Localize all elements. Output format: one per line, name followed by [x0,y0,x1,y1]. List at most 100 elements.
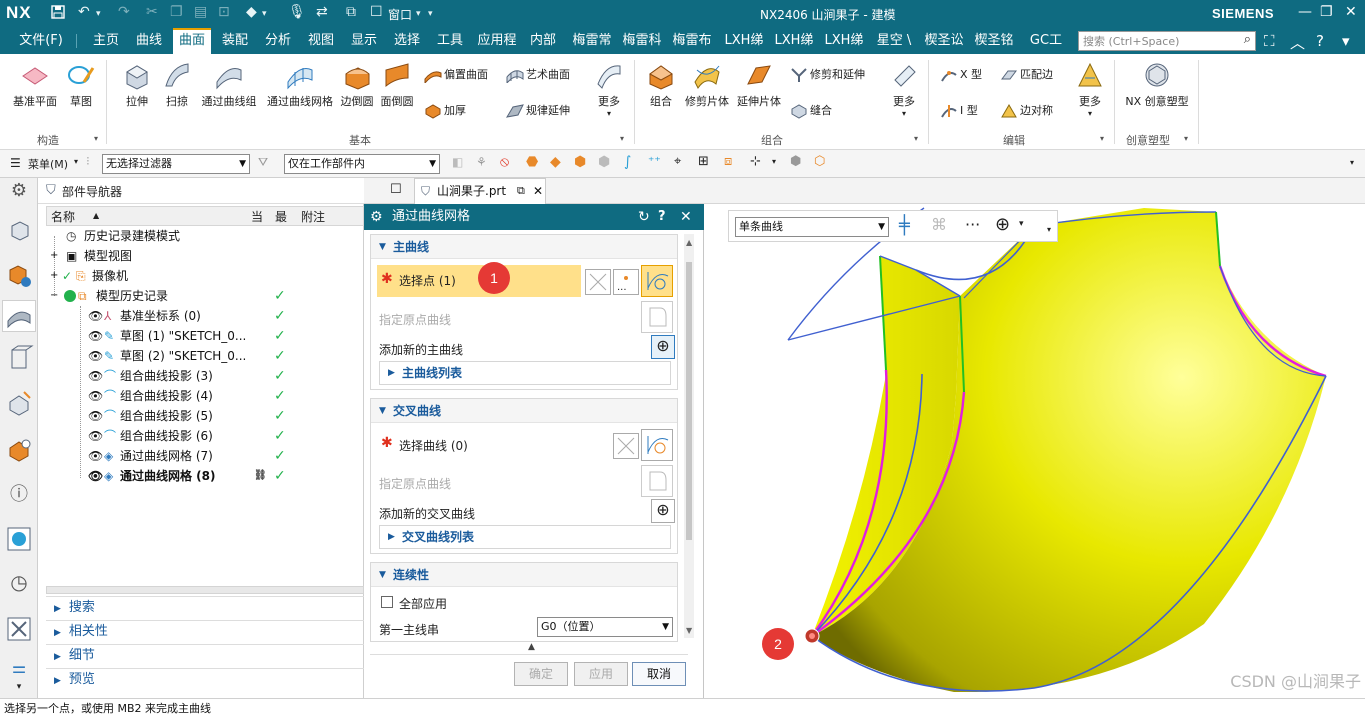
snap-face-icon[interactable]: ⬢ [790,154,801,169]
apply-all-checkbox[interactable] [381,596,393,608]
sweep-button[interactable]: 扫掠 [158,60,196,109]
save-icon[interactable] [50,4,66,24]
scroll-down-icon[interactable]: ▼ [686,626,692,635]
basic-more-button[interactable]: 更多 ▾ [590,60,628,118]
studio-surface-button[interactable]: 艺术曲面 [506,66,570,84]
expand-icon[interactable]: + [50,246,58,266]
menu-application[interactable]: 应用程 [476,28,518,54]
eye-icon[interactable]: 👁 [88,406,103,426]
file-tab[interactable]: ⛉ 山涧果子.prt ⧉ ✕ [414,178,546,204]
sort-ascending-icon[interactable]: ▲ [93,211,99,220]
cad-model-surface[interactable] [704,204,1365,698]
tree-row-sketch-2[interactable]: 👁 ✎ 草图 (2) "SKETCH_0... ✓ [46,346,364,366]
reuse-library-icon[interactable] [4,344,34,376]
section-header[interactable]: ▼ 交叉曲线 [371,399,677,423]
select-face-icon[interactable]: ◆ [550,154,561,170]
i-form-button[interactable]: I 型 [940,102,978,120]
datum-plane-button[interactable]: 基准平面 [8,60,62,109]
column-note[interactable]: 附注 [301,208,325,225]
select-group-icon[interactable]: ⚘ [476,155,487,169]
snap-body-icon[interactable]: ⬡ [814,154,825,169]
tools-icon[interactable] [4,614,34,646]
menu-plugin-4[interactable]: LXH绨 [722,28,766,54]
trim-sheet-button[interactable]: 修剪片体 [682,60,732,109]
more-menus-icon[interactable]: ▾ [1342,32,1350,50]
constraint-navigator-icon[interactable] [4,260,34,292]
snap-endpoint-icon[interactable]: ⊞ [698,154,709,169]
toolbar-overflow-icon[interactable]: ▾ [1047,225,1051,234]
stop-at-intersection-icon[interactable]: ╪ [899,215,910,236]
snap-control-icon[interactable]: ⊹ [750,154,761,169]
tree-row-projection-3[interactable]: 👁 ⌒ 组合曲线投影 (3) ✓ [46,366,364,386]
select-sheet-icon[interactable]: ⬢ [598,154,610,170]
select-solid-icon[interactable]: ⬢ [574,154,586,170]
dialog-help-icon[interactable]: ? [658,204,666,230]
maximize-navigator-icon[interactable]: ☐ [390,182,402,197]
apply-button[interactable]: 应用 [574,662,628,686]
menu-plugin-8[interactable]: 楔圣讼 [922,28,966,54]
panel-details[interactable]: ▶ 细节 [46,644,364,666]
undo-icon[interactable]: ↶ [78,4,90,20]
snap-midpoint-icon[interactable]: ⧈ [724,154,732,169]
navigator-scrollbar[interactable] [46,586,364,594]
full-screen-icon[interactable]: ⛶ [1264,32,1275,50]
eye-icon[interactable]: 👁 [88,306,103,326]
command-finder-dropdown-icon[interactable]: ▾ [262,9,267,19]
window-menu-dropdown-icon[interactable]: ▾ [416,9,421,19]
dialog-scrollbar[interactable]: ▲ ▼ [684,234,694,638]
cross-curve-list-toggle[interactable]: ▶ 交叉曲线列表 [379,525,671,549]
through-curves-button[interactable]: 通过曲线组 [198,60,260,109]
menu-assembly[interactable]: 装配 [217,28,253,54]
panel-preview[interactable]: ▶ 预览 [46,668,364,690]
history-palette-icon[interactable] [4,524,34,556]
scrollbar-thumb[interactable] [686,262,692,540]
filter-funnel-icon[interactable]: ⛛ [258,155,268,170]
section-header[interactable]: ▼ 连续性 [371,563,677,587]
assembly-navigator-icon[interactable] [4,216,34,248]
through-curve-mesh-button[interactable]: 通过曲线网格 [264,60,336,109]
tree-row-model-views[interactable]: + ▣ 模型视图 [46,246,364,266]
cancel-button[interactable]: 取消 [632,662,686,686]
sew-button[interactable]: 缝合 [790,102,832,120]
tree-row-history-mode[interactable]: ◷ 历史记录建模模式 [46,226,364,246]
switch-window-icon[interactable]: ⧉ [346,4,356,20]
clock-icon[interactable]: ◷ [4,570,34,602]
restore-icon[interactable]: ❐ [1320,4,1333,20]
combine-button[interactable]: 组合 [642,60,680,109]
curve-select-icon[interactable] [641,429,673,461]
point-dialog-icon[interactable]: ... [613,269,639,295]
deselect-icon[interactable] [585,269,611,295]
close-tab-icon[interactable]: ✕ [533,179,543,203]
trim-and-extend-button[interactable]: 修剪和延伸 [790,66,865,84]
snap-dropdown-icon[interactable]: ▾ [1019,219,1024,229]
menu-plugin-3[interactable]: 梅雷布 [670,28,714,54]
menu-internal[interactable]: 内部 [525,28,561,54]
minimize-icon[interactable]: — [1298,4,1312,20]
combine-more-button[interactable]: 更多 ▾ [884,60,924,118]
main-menu-button[interactable]: 菜单(M) [28,156,68,172]
reset-filter-icon[interactable]: ⦸ [500,154,509,170]
collapse-ribbon-icon[interactable]: ︿ [1290,32,1305,53]
reset-icon[interactable]: ↻ [638,204,650,230]
expand-icon[interactable]: + [50,266,58,286]
quick-access-customize-icon[interactable]: ▾ [428,9,433,19]
origin-curve-icon[interactable] [641,465,673,497]
select-body-icon[interactable]: ⬣ [526,154,538,170]
eye-icon[interactable]: 👁 [88,386,103,406]
tree-row-sketch-1[interactable]: 👁 ✎ 草图 (1) "SKETCH_0... ✓ [46,326,364,346]
menu-surface[interactable]: 曲面 [173,28,211,54]
menu-view[interactable]: 视图 [303,28,339,54]
group-combine-dropdown-icon[interactable]: ▾ [914,134,918,143]
follow-fillet-icon[interactable]: ⌘ [931,215,947,234]
selection-scope-select[interactable]: 仅在工作部件内 ▼ [284,154,440,174]
law-extension-button[interactable]: 规律延伸 [506,102,570,120]
menu-gc-tools[interactable]: GC工 [1024,28,1068,54]
hamburger-icon[interactable]: ☰ [10,156,21,170]
curve-rule-select[interactable]: 单条曲线 ▼ [735,217,889,237]
undock-icon[interactable]: ⧉ [517,179,525,203]
tree-row-mesh-7[interactable]: 👁 ◈ 通过曲线网格 (7) ✓ [46,446,364,466]
column-current[interactable]: 当 [251,208,263,225]
eye-icon[interactable]: 👁 [88,346,103,366]
menu-home[interactable]: 主页 [88,28,124,54]
dialog-gear-icon[interactable]: ⚙ [370,204,383,230]
